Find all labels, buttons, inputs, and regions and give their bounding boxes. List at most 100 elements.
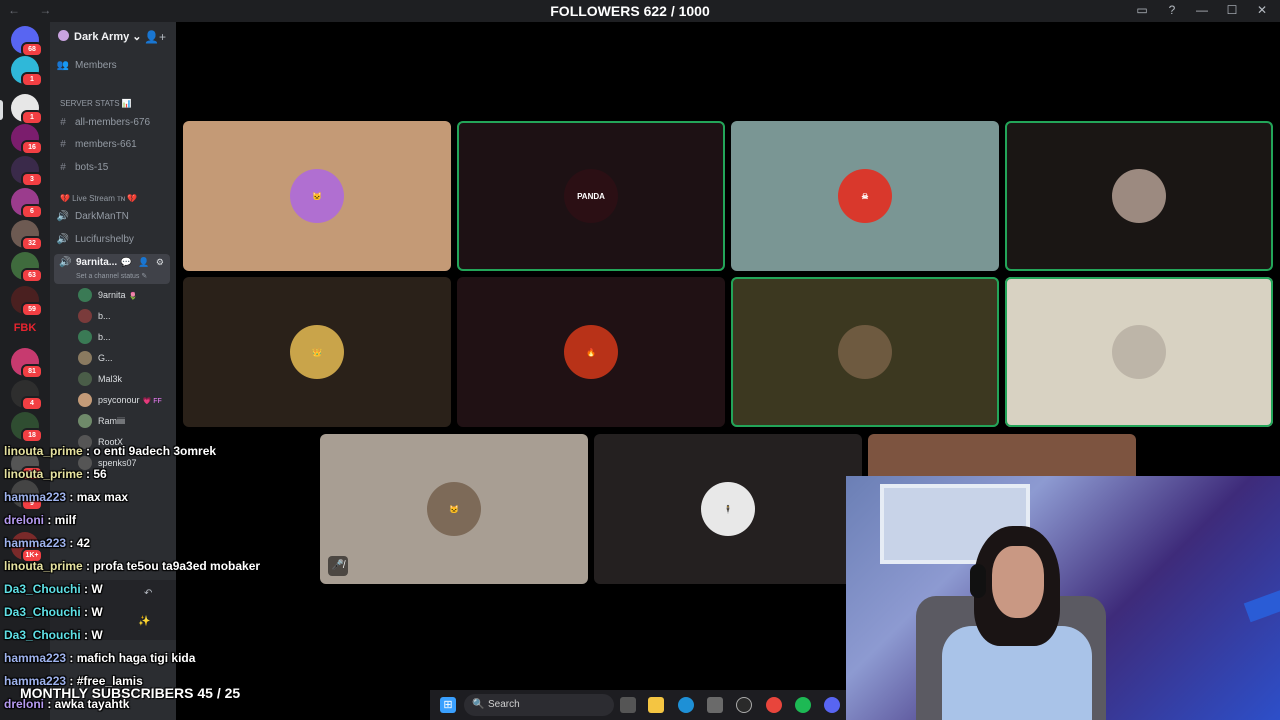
guild-name: Dark Army — [74, 31, 130, 43]
direct-messages-icon[interactable]: 68 — [11, 26, 43, 57]
voice-user[interactable]: psyconour 💗 FF — [78, 391, 162, 409]
channel-tools[interactable]: 💬 👤 ⚙ — [121, 257, 166, 268]
participant-tile[interactable]: 👑 — [183, 277, 451, 427]
chat-text: : W — [80, 628, 103, 642]
speaker-icon: 🔊 — [56, 211, 70, 222]
add-member-icon[interactable]: 👤+ — [144, 30, 166, 44]
server-icon[interactable]: 63 — [11, 252, 43, 283]
participant-tile[interactable] — [1005, 277, 1273, 427]
server-icon[interactable]: 59 — [11, 286, 43, 317]
chat-username: Da3_Chouchi — [4, 582, 81, 596]
webcam-feed — [846, 476, 1280, 720]
voice-user-name: b... — [98, 332, 111, 342]
server-icon[interactable]: 81 — [11, 348, 43, 379]
participant-tile[interactable]: 🕴 — [594, 434, 862, 584]
windows-icon[interactable]: ⊞ — [440, 697, 456, 713]
participant-avatar: 🐱 — [290, 169, 344, 223]
voice-user[interactable]: 9arnita 🌷 — [78, 286, 137, 304]
voice-channel-darkmantn[interactable]: 🔊 DarkManTN — [56, 207, 129, 227]
chat-message: hamma223 : mafich haga tigi kida — [4, 651, 195, 665]
active-voice-channel[interactable]: 🔊 9arnita... 💬 👤 ⚙ Set a channel status … — [54, 254, 170, 284]
chat-text: : W — [80, 582, 103, 596]
store-icon[interactable] — [707, 697, 723, 713]
chat-text: : mafich haga tigi kida — [66, 651, 196, 665]
task-view-icon[interactable] — [620, 697, 636, 713]
chat-username: linouta_prime — [4, 467, 83, 481]
server-icon[interactable]: 4 — [11, 380, 43, 411]
speaker-icon: 🔊 — [59, 257, 72, 268]
guild-header[interactable]: Dark Army ⌄ — [58, 30, 142, 43]
guild-icon — [58, 30, 69, 41]
chat-username: linouta_prime — [4, 559, 83, 573]
file-explorer-icon[interactable] — [648, 697, 664, 713]
server-icon[interactable]: 1 — [11, 56, 43, 87]
chrome-icon[interactable] — [766, 697, 782, 713]
chat-message: Da3_Chouchi : W — [4, 605, 103, 619]
chat-message: Da3_Chouchi : W — [4, 628, 103, 642]
participant-tile[interactable]: 🐱 — [183, 121, 451, 271]
taskbar: ⊞ 🔍 Search — [430, 690, 846, 720]
category-server-stats[interactable]: SERVER STATS 📊 — [60, 99, 132, 108]
voice-user[interactable]: G... — [78, 349, 113, 367]
server-icon[interactable]: 1 — [11, 94, 43, 125]
voice-user[interactable]: b... — [78, 328, 111, 346]
voice-user-name: b... — [98, 311, 111, 321]
server-icon[interactable]: 16 — [11, 124, 43, 155]
channel-all-members[interactable]: # all-members-676 — [56, 113, 150, 133]
avatar — [78, 288, 92, 302]
channel-bots[interactable]: # bots-15 — [56, 158, 108, 178]
participant-tile[interactable]: 🔥 — [457, 277, 725, 427]
unread-badge: 81 — [21, 364, 43, 379]
screen: ← → ▭ ? — ☐ ✕ 68 1 1 16 3 6 32 63 59 FBK… — [0, 0, 1280, 720]
participant-tile[interactable]: PANDA — [457, 121, 725, 271]
chat-message: hamma223 : max max — [4, 490, 128, 504]
chat-username: Da3_Chouchi — [4, 605, 81, 619]
channel-members[interactable]: # members-661 — [56, 135, 137, 155]
avatar — [78, 330, 92, 344]
members-link[interactable]: 👥 Members — [56, 56, 117, 76]
chat-text: : 42 — [66, 536, 91, 550]
participant-tile[interactable] — [731, 277, 999, 427]
channel-label: DarkManTN — [75, 211, 129, 222]
chat-username: linouta_prime — [4, 444, 83, 458]
voice-user[interactable]: b... — [78, 307, 111, 325]
voice-user[interactable]: Ramiiii — [78, 412, 125, 430]
participant-avatar: 👑 — [290, 325, 344, 379]
unread-badge: 3 — [21, 172, 43, 187]
voice-channel-lucifurshelby[interactable]: 🔊 Lucifurshelby — [56, 230, 134, 250]
voice-user[interactable]: Mal3k — [78, 370, 122, 388]
hash-icon: # — [60, 117, 66, 128]
chat-text: : o enti 9adech 3omrek — [82, 444, 217, 458]
server-icon[interactable]: 3 — [11, 156, 43, 187]
avatar — [78, 393, 92, 407]
chat-username: hamma223 — [4, 536, 67, 550]
channel-label: members-661 — [75, 139, 137, 150]
chat-username: Da3_Chouchi — [4, 628, 81, 642]
participant-avatar: ☠ — [838, 169, 892, 223]
participant-tile[interactable]: ☠ — [731, 121, 999, 271]
chat-text: : milf — [44, 513, 77, 527]
fbk-server-icon[interactable]: FBK — [11, 314, 39, 342]
server-icon[interactable]: 18 — [11, 412, 43, 443]
server-icon[interactable]: 6 — [11, 188, 43, 219]
active-channel-name: 9arnita... — [76, 257, 118, 268]
chat-message: Da3_Chouchi : W — [4, 582, 103, 596]
participant-tile[interactable] — [1005, 121, 1273, 271]
category-live-stream[interactable]: 💔 Live Stream ᴛɴ 💔 — [60, 194, 137, 203]
unread-badge: 1 — [21, 72, 43, 87]
obs-icon[interactable] — [736, 697, 752, 713]
chat-message: dreloni : milf — [4, 513, 76, 527]
followers-goal: FOLLOWERS 622 / 1000 — [550, 3, 710, 19]
server-icon[interactable]: 32 — [11, 220, 43, 251]
hash-icon: # — [60, 162, 66, 173]
edge-icon[interactable] — [678, 697, 694, 713]
channel-status[interactable]: Set a channel status ✎ — [76, 272, 147, 280]
unread-badge: 1 — [21, 110, 43, 125]
chat-text: : max max — [66, 490, 129, 504]
spotify-icon[interactable] — [795, 697, 811, 713]
participant-avatar: PANDA — [564, 169, 618, 223]
chat-message: linouta_prime : o enti 9adech 3omrek — [4, 444, 216, 458]
discord-icon[interactable] — [824, 697, 840, 713]
taskbar-search[interactable]: 🔍 Search — [464, 694, 614, 716]
chevron-down-icon: ⌄ — [132, 31, 142, 43]
